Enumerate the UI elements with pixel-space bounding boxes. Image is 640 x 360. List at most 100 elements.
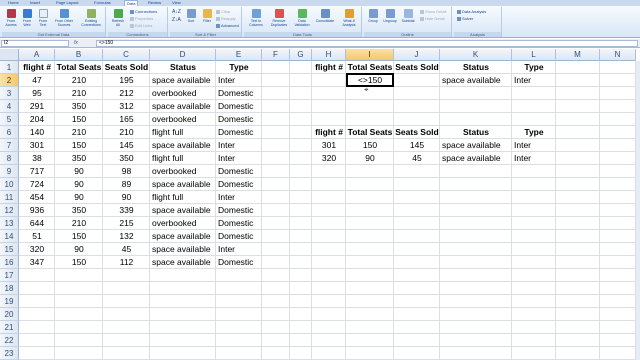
table-cell[interactable]: Inter bbox=[216, 191, 262, 204]
reapply-button[interactable]: Reapply bbox=[216, 16, 236, 22]
table-cell[interactable]: 291 bbox=[19, 100, 55, 113]
table-cell[interactable]: 132 bbox=[103, 230, 150, 243]
column-header-f[interactable]: F bbox=[262, 49, 290, 61]
row-header-1[interactable]: 1 bbox=[0, 61, 19, 74]
column-header-h[interactable]: H bbox=[312, 49, 346, 61]
properties-button[interactable]: Properties bbox=[130, 16, 153, 22]
show-detail-button[interactable]: Show Detail bbox=[420, 9, 446, 15]
edit-links-button[interactable]: Edit Links bbox=[130, 23, 152, 29]
from-web-button[interactable]: From Web bbox=[20, 9, 34, 31]
table-cell[interactable]: 51 bbox=[19, 230, 55, 243]
table-cell[interactable]: Domestic bbox=[216, 178, 262, 191]
row-header-14[interactable]: 14 bbox=[0, 230, 19, 243]
column-heading-cell[interactable]: flight # bbox=[19, 61, 55, 74]
table-cell[interactable]: overbooked bbox=[150, 165, 216, 178]
row-header-17[interactable]: 17 bbox=[0, 269, 19, 282]
criteria-heading-cell[interactable]: Total Seats bbox=[346, 61, 394, 74]
column-header-n[interactable]: N bbox=[600, 49, 636, 61]
table-cell[interactable]: 204 bbox=[19, 113, 55, 126]
table-cell[interactable]: 112 bbox=[103, 256, 150, 269]
from-text-button[interactable]: From Text bbox=[36, 9, 50, 31]
table-cell[interactable]: 210 bbox=[55, 74, 103, 87]
column-heading-cell[interactable]: Total Seats bbox=[55, 61, 103, 74]
insert-function-icon[interactable]: fx bbox=[74, 40, 78, 47]
table-cell[interactable]: 347 bbox=[19, 256, 55, 269]
table-cell[interactable]: overbooked bbox=[150, 87, 216, 100]
sort-button[interactable]: Sort bbox=[184, 9, 198, 31]
table-cell[interactable]: 724 bbox=[19, 178, 55, 191]
table-cell[interactable]: 145 bbox=[103, 139, 150, 152]
table-cell[interactable]: 90 bbox=[55, 165, 103, 178]
table-cell[interactable]: 210 bbox=[55, 87, 103, 100]
table-cell[interactable]: 339 bbox=[103, 204, 150, 217]
table-cell[interactable]: 90 bbox=[55, 178, 103, 191]
table-cell[interactable]: space available bbox=[150, 178, 216, 191]
row-header-19[interactable]: 19 bbox=[0, 295, 19, 308]
criteria-value-cell[interactable]: Inter bbox=[512, 74, 556, 87]
row-header-20[interactable]: 20 bbox=[0, 308, 19, 321]
table-cell[interactable]: 350 bbox=[55, 100, 103, 113]
table-cell[interactable]: space available bbox=[150, 100, 216, 113]
table-cell[interactable]: 89 bbox=[103, 178, 150, 191]
criteria-value-cell[interactable]: space available bbox=[440, 74, 512, 87]
row-header-8[interactable]: 8 bbox=[0, 152, 19, 165]
worksheet-grid[interactable]: A B C D E F G H I J K L M N 1 2 3 4 5 6 7 8 9 10 11 12 13 14 15 16 17 1… bbox=[0, 49, 640, 360]
row-header-10[interactable]: 10 bbox=[0, 178, 19, 191]
column-header-j[interactable]: J bbox=[394, 49, 440, 61]
text-to-columns-button[interactable]: Text to Columns bbox=[246, 9, 266, 31]
output-cell[interactable]: 150 bbox=[346, 139, 394, 152]
row-header-18[interactable]: 18 bbox=[0, 282, 19, 295]
data-validation-button[interactable]: Data Validation bbox=[292, 9, 312, 31]
clear-button[interactable]: Clear bbox=[216, 9, 231, 15]
row-header-4[interactable]: 4 bbox=[0, 100, 19, 113]
existing-connections-button[interactable]: Existing Connections bbox=[80, 9, 102, 31]
column-header-i[interactable]: I bbox=[346, 49, 394, 61]
criteria-value-cell[interactable]: <>150 bbox=[346, 74, 394, 87]
table-cell[interactable]: Inter bbox=[216, 152, 262, 165]
table-cell[interactable]: 312 bbox=[103, 100, 150, 113]
remove-duplicates-button[interactable]: Remove Duplicates bbox=[268, 9, 290, 31]
output-heading-cell[interactable]: Type bbox=[512, 126, 556, 139]
table-cell[interactable]: 38 bbox=[19, 152, 55, 165]
table-cell[interactable]: 210 bbox=[55, 217, 103, 230]
table-cell[interactable]: 936 bbox=[19, 204, 55, 217]
column-heading-cell[interactable]: Seats Sold bbox=[103, 61, 150, 74]
output-cell[interactable]: Inter bbox=[512, 152, 556, 165]
row-header-12[interactable]: 12 bbox=[0, 204, 19, 217]
table-cell[interactable]: flight full bbox=[150, 191, 216, 204]
table-cell[interactable]: Domestic bbox=[216, 256, 262, 269]
vertical-scrollbar[interactable] bbox=[636, 61, 640, 360]
table-cell[interactable]: 140 bbox=[19, 126, 55, 139]
table-cell[interactable]: Domestic bbox=[216, 204, 262, 217]
table-cell[interactable]: 165 bbox=[103, 113, 150, 126]
sort-az-button[interactable]: A↓Z bbox=[172, 9, 181, 15]
connections-button[interactable]: Connections bbox=[130, 9, 157, 15]
output-cell[interactable]: 145 bbox=[394, 139, 440, 152]
table-cell[interactable]: 350 bbox=[103, 152, 150, 165]
table-cell[interactable]: space available bbox=[150, 204, 216, 217]
refresh-all-button[interactable]: Refresh All bbox=[110, 9, 126, 31]
formula-input[interactable]: <>150 bbox=[96, 40, 638, 47]
table-cell[interactable]: 150 bbox=[55, 139, 103, 152]
output-heading-cell[interactable]: flight # bbox=[312, 126, 346, 139]
output-cell[interactable]: space available bbox=[440, 139, 512, 152]
table-cell[interactable]: Inter bbox=[216, 243, 262, 256]
from-access-button[interactable]: From Access bbox=[4, 9, 18, 31]
table-cell[interactable]: 210 bbox=[55, 126, 103, 139]
column-header-d[interactable]: D bbox=[150, 49, 216, 61]
row-header-9[interactable]: 9 bbox=[0, 165, 19, 178]
table-cell[interactable]: 717 bbox=[19, 165, 55, 178]
table-cell[interactable]: 98 bbox=[103, 165, 150, 178]
output-cell[interactable]: Inter bbox=[512, 139, 556, 152]
subtotal-button[interactable]: Subtotal bbox=[400, 9, 416, 31]
output-cell[interactable]: 45 bbox=[394, 152, 440, 165]
table-cell[interactable]: 320 bbox=[19, 243, 55, 256]
table-cell[interactable]: 350 bbox=[55, 204, 103, 217]
output-cell[interactable]: 301 bbox=[312, 139, 346, 152]
select-all-corner[interactable] bbox=[0, 49, 19, 61]
table-cell[interactable]: space available bbox=[150, 139, 216, 152]
table-cell[interactable]: flight full bbox=[150, 126, 216, 139]
hide-detail-button[interactable]: Hide Detail bbox=[420, 16, 445, 22]
row-header-13[interactable]: 13 bbox=[0, 217, 19, 230]
table-cell[interactable]: Domestic bbox=[216, 126, 262, 139]
